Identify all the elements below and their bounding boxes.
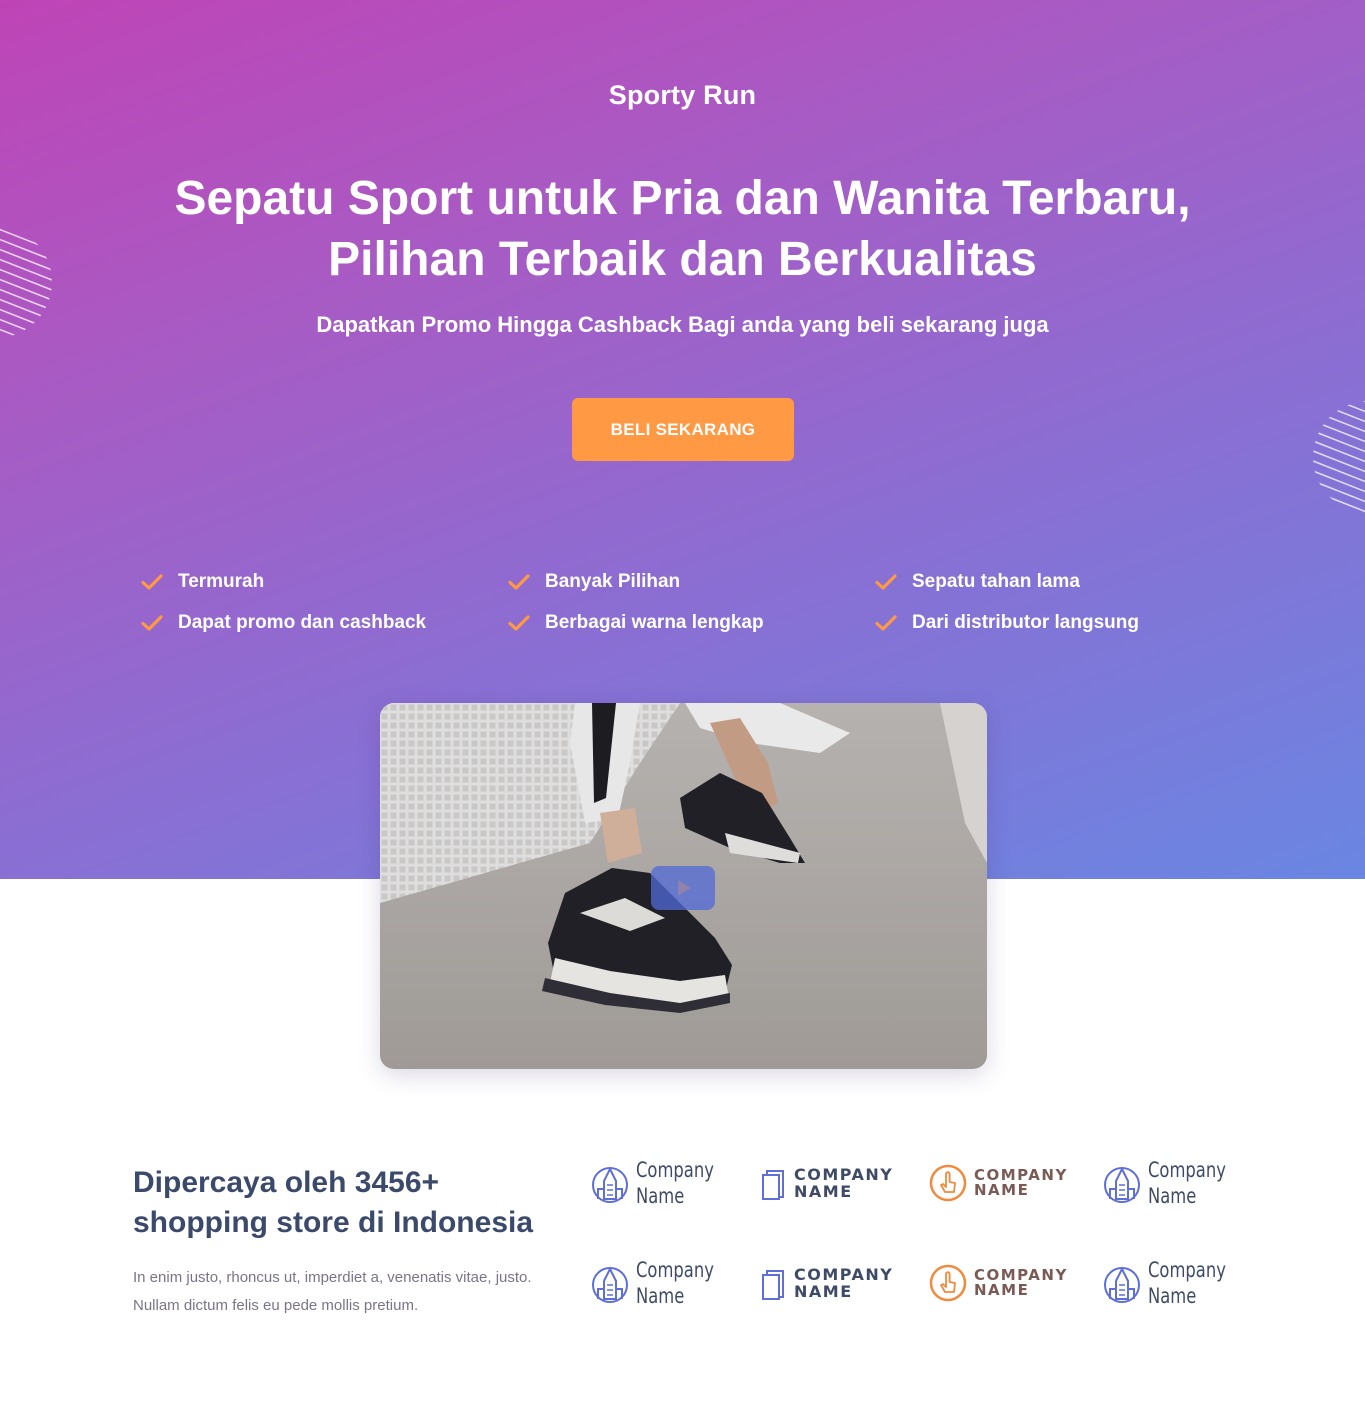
feature-item: Banyak Pilihan — [507, 570, 874, 594]
company-logo: Company Name — [1102, 1158, 1240, 1208]
buy-now-button[interactable]: BELI SEKARANG — [572, 398, 794, 461]
company-name-line2: NAME — [794, 1282, 853, 1301]
company-logo: COMPANY NAME — [758, 1258, 928, 1308]
brand-logo-text[interactable]: Sporty Run — [0, 80, 1365, 111]
trusted-by-description: In enim justo, rhoncus ut, imperdiet a, … — [133, 1269, 532, 1314]
building-icon — [592, 1166, 628, 1203]
document-icon — [762, 1170, 784, 1200]
company-name-line2: NAME — [794, 1182, 853, 1201]
company-name-line1: COMPANY — [794, 1265, 894, 1284]
decorative-stripes-left — [0, 226, 52, 338]
trusted-by-heading: Dipercaya oleh 3456+ shopping store di I… — [133, 1166, 534, 1239]
company-name-line1: Company — [1148, 1258, 1226, 1282]
play-icon — [678, 880, 691, 896]
feature-label: Banyak Pilihan — [545, 571, 681, 592]
feature-item: Sepatu tahan lama — [874, 570, 1240, 594]
company-logo: Company Name — [1102, 1258, 1240, 1308]
check-icon — [874, 570, 898, 594]
hand-pointer-icon — [929, 1164, 967, 1202]
company-logo: Company Name — [590, 1258, 758, 1308]
check-icon — [874, 611, 898, 635]
feature-label: Sepatu tahan lama — [912, 571, 1080, 592]
feature-label: Dapat promo dan cashback — [178, 612, 427, 633]
company-name-line2: Name — [636, 1284, 685, 1308]
feature-list: Termurah Banyak Pilihan Sepatu tahan lam… — [140, 570, 1240, 635]
hand-pointer-icon — [929, 1264, 967, 1302]
company-logo: Company Name — [590, 1158, 758, 1208]
company-name-line2: Name — [1148, 1184, 1197, 1208]
check-icon — [140, 570, 164, 594]
company-name-line2: NAME — [974, 1281, 1030, 1299]
feature-item: Dari distributor langsung — [874, 611, 1240, 635]
decorative-stripes-right — [1313, 401, 1365, 513]
check-icon — [140, 611, 164, 635]
company-name-line1: Company — [1148, 1158, 1226, 1182]
hero-subheadline: Dapatkan Promo Hingga Cashback Bagi anda… — [316, 312, 1049, 337]
building-icon — [592, 1266, 628, 1303]
company-logo: COMPANY NAME — [758, 1158, 928, 1208]
document-icon — [762, 1270, 784, 1300]
company-name-line2: NAME — [974, 1181, 1030, 1199]
company-logo: COMPANY NAME — [928, 1158, 1102, 1208]
feature-item: Termurah — [140, 570, 507, 594]
company-name-line2: Name — [1148, 1284, 1197, 1308]
company-name-line2: Name — [636, 1184, 685, 1208]
building-icon — [1104, 1166, 1140, 1203]
feature-label: Termurah — [178, 571, 265, 592]
company-name-line1: Company — [636, 1158, 714, 1182]
video-player[interactable] — [380, 703, 987, 1069]
feature-label: Berbagai warna lengkap — [545, 612, 764, 633]
feature-item: Berbagai warna lengkap — [507, 611, 874, 635]
company-logo: COMPANY NAME — [928, 1258, 1102, 1308]
company-name-line1: Company — [636, 1258, 714, 1282]
feature-item: Dapat promo dan cashback — [140, 611, 507, 635]
feature-label: Dari distributor langsung — [912, 612, 1139, 633]
company-name-line1: COMPANY — [794, 1165, 894, 1184]
building-icon — [1104, 1266, 1140, 1303]
hero-headline: Sepatu Sport untuk Pria dan Wanita Terba… — [174, 172, 1191, 286]
company-logo-grid: Company Name COMPANY NAME COMPANY NAME Comp… — [590, 1158, 1240, 1308]
play-button[interactable] — [651, 866, 715, 910]
check-icon — [507, 611, 531, 635]
check-icon — [507, 570, 531, 594]
